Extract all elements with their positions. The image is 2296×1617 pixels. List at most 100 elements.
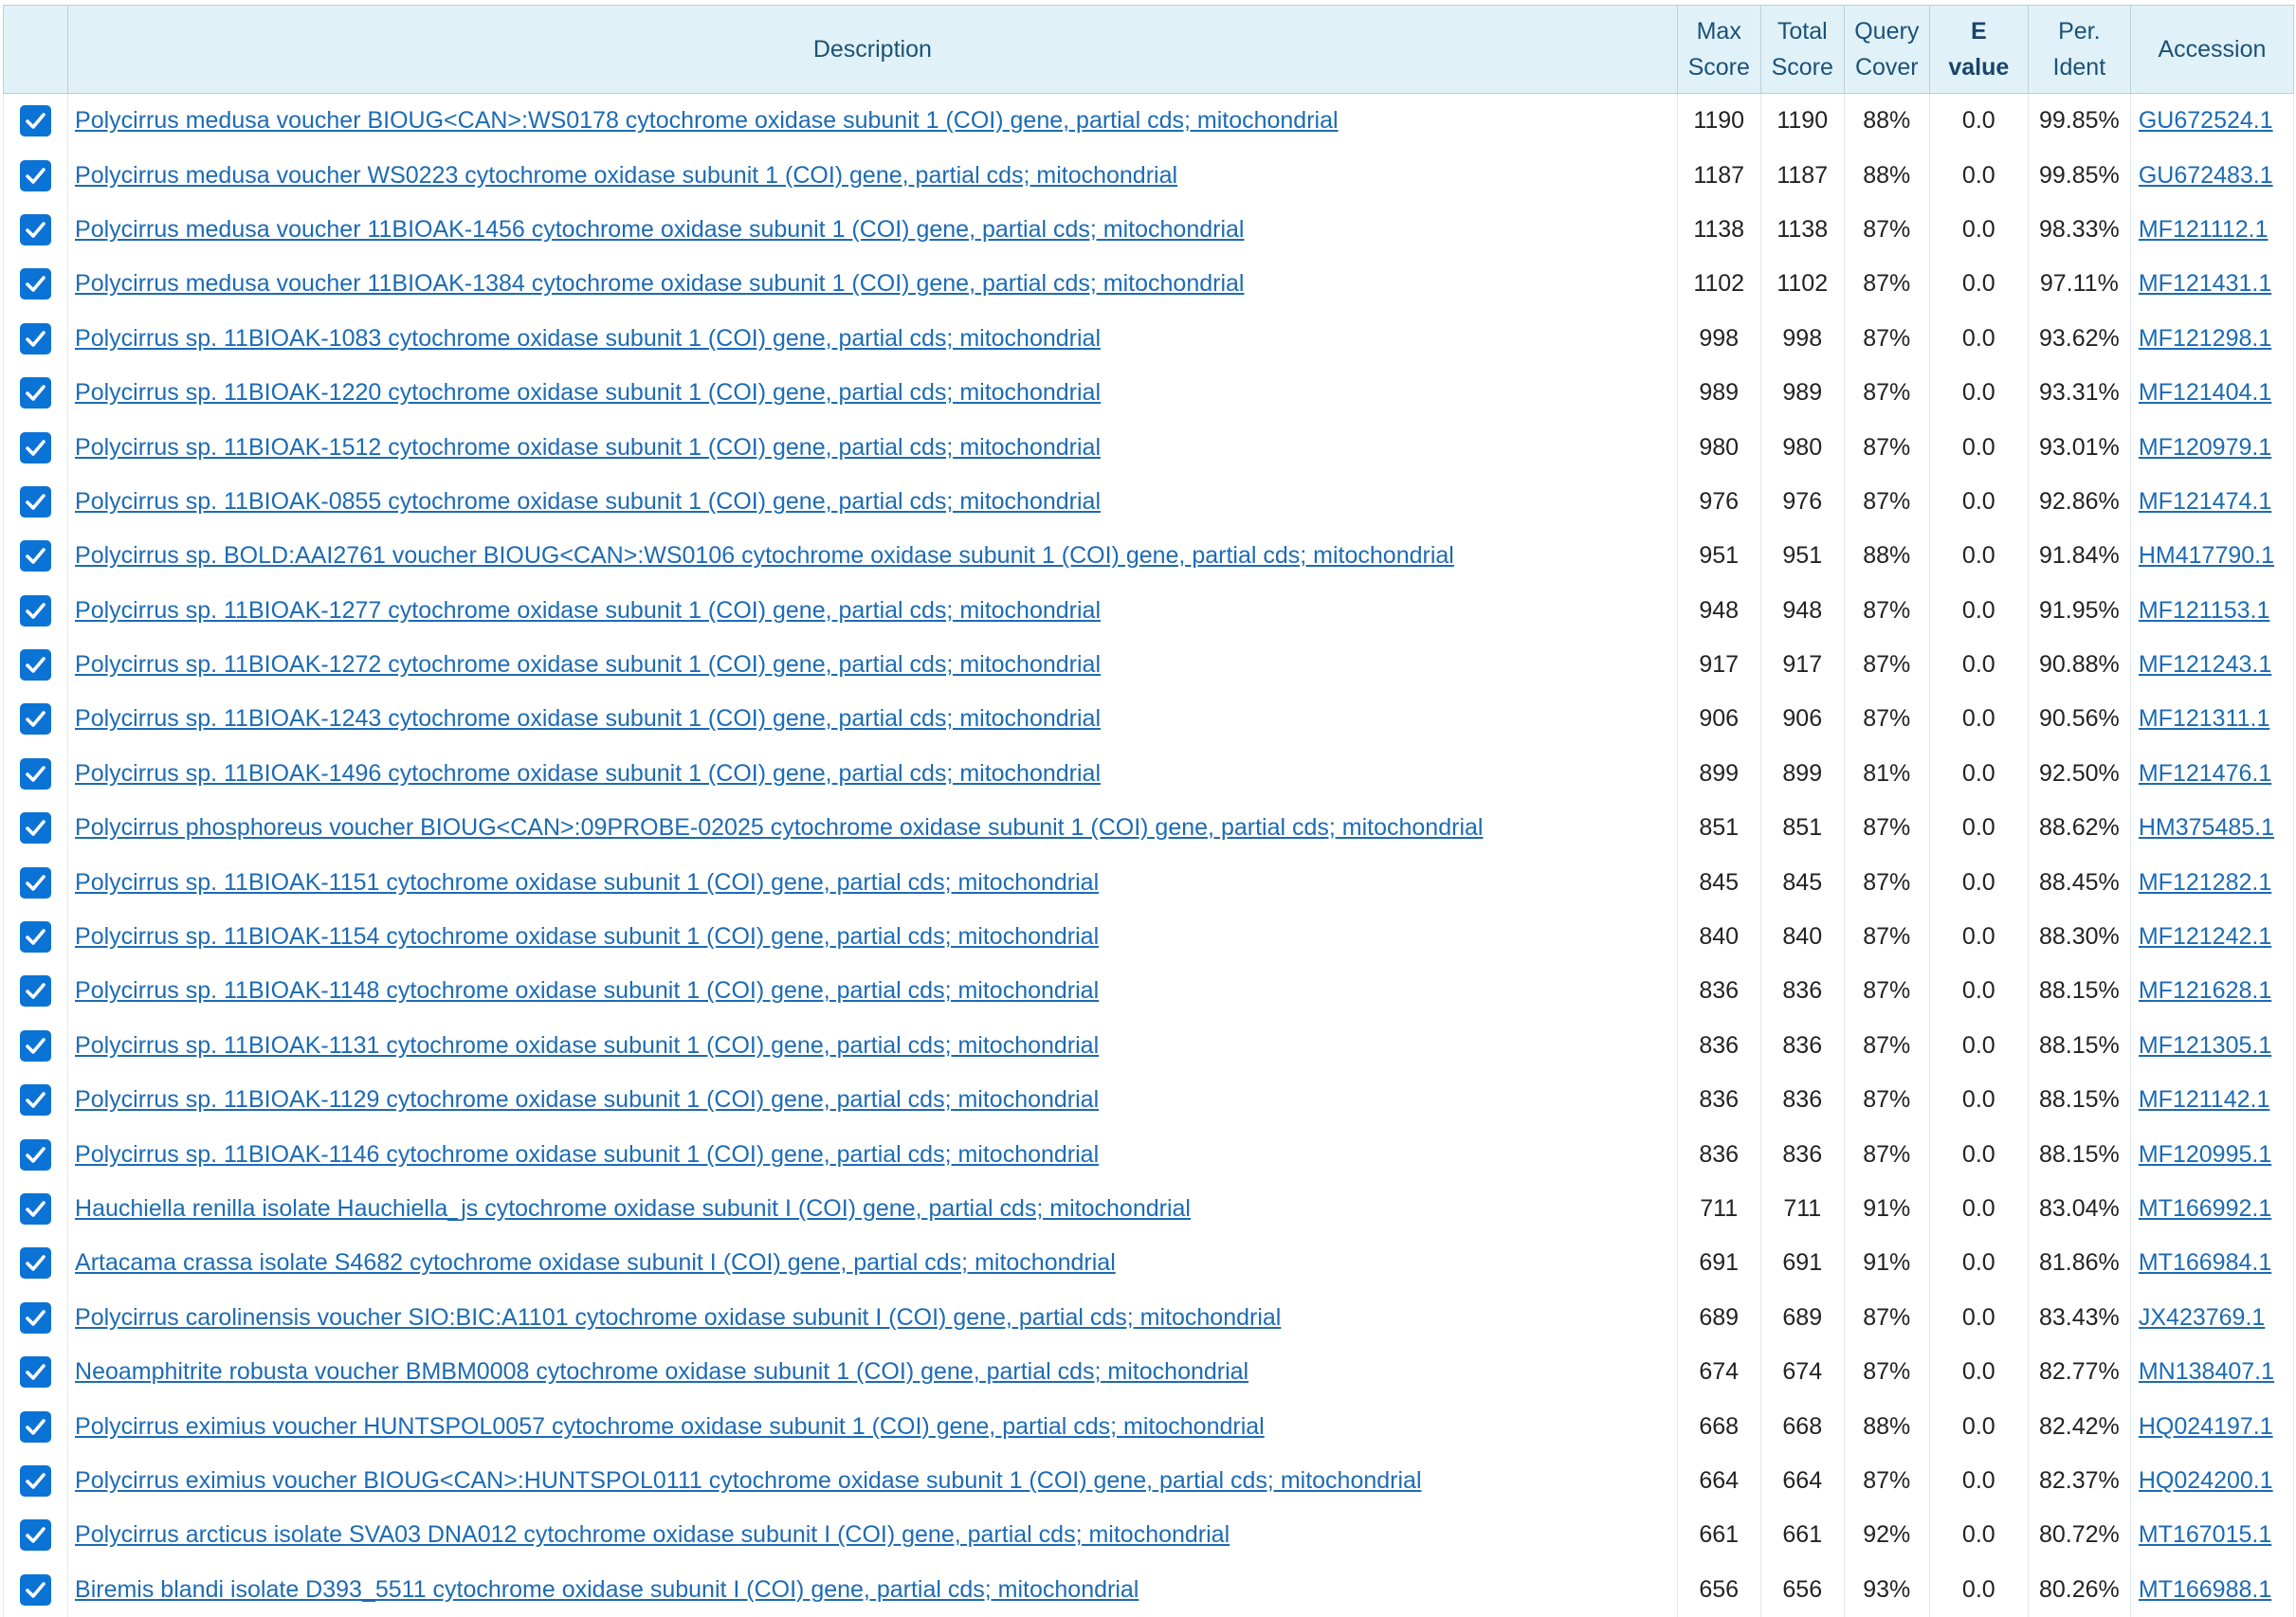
- row-checkbox[interactable]: [20, 159, 51, 191]
- description-link[interactable]: Neoamphitrite robusta voucher BMBM0008 c…: [75, 1358, 1248, 1385]
- row-checkbox[interactable]: [20, 377, 51, 409]
- description-link[interactable]: Polycirrus sp. 11BIOAK-1277 cytochrome o…: [75, 597, 1101, 624]
- row-checkbox[interactable]: [20, 1410, 51, 1443]
- row-checkbox[interactable]: [20, 921, 51, 954]
- description-link[interactable]: Polycirrus medusa voucher 11BIOAK-1384 c…: [75, 270, 1244, 297]
- description-cell: Polycirrus eximius voucher BIOUG<CAN>:HU…: [67, 1453, 1678, 1509]
- accession-link[interactable]: MN138407.1: [2139, 1358, 2274, 1385]
- accession-link[interactable]: MF121474.1: [2139, 488, 2271, 515]
- row-checkbox[interactable]: [20, 1356, 51, 1389]
- row-checkbox[interactable]: [20, 594, 51, 627]
- row-checkbox[interactable]: [20, 1138, 51, 1171]
- total-score-cell: 917: [1759, 637, 1845, 693]
- description-link[interactable]: Polycirrus sp. 11BIOAK-1496 cytochrome o…: [75, 760, 1101, 787]
- checkmark-icon: [26, 1309, 46, 1326]
- row-checkbox[interactable]: [20, 322, 51, 354]
- accession-link[interactable]: MF121305.1: [2139, 1032, 2271, 1059]
- description-link[interactable]: Biremis blandi isolate D393_5511 cytochr…: [75, 1576, 1139, 1603]
- query-cover-header[interactable]: Query Cover: [1843, 5, 1930, 94]
- description-link[interactable]: Polycirrus sp. 11BIOAK-1154 cytochrome o…: [75, 923, 1099, 950]
- description-link[interactable]: Polycirrus sp. 11BIOAK-1083 cytochrome o…: [75, 325, 1101, 352]
- description-link[interactable]: Hauchiella renilla isolate Hauchiella_js…: [75, 1195, 1191, 1222]
- accession-link[interactable]: MF121153.1: [2139, 597, 2270, 624]
- description-link[interactable]: Polycirrus sp. 11BIOAK-1148 cytochrome o…: [75, 977, 1099, 1004]
- total-score-cell: 691: [1759, 1236, 1845, 1291]
- accession-link[interactable]: MF121404.1: [2139, 379, 2271, 406]
- e-value-cell: 0.0: [1928, 1453, 2029, 1509]
- description-link[interactable]: Polycirrus sp. 11BIOAK-1129 cytochrome o…: [75, 1086, 1099, 1113]
- description-link[interactable]: Polycirrus sp. 11BIOAK-1220 cytochrome o…: [75, 379, 1101, 406]
- description-link[interactable]: Polycirrus sp. 11BIOAK-1151 cytochrome o…: [75, 869, 1099, 896]
- description-link[interactable]: Polycirrus sp. 11BIOAK-1243 cytochrome o…: [75, 705, 1101, 732]
- accession-link[interactable]: MF121476.1: [2139, 760, 2271, 787]
- accession-link[interactable]: HQ024197.1: [2139, 1413, 2273, 1440]
- row-checkbox[interactable]: [20, 812, 51, 845]
- description-link[interactable]: Polycirrus sp. 11BIOAK-1512 cytochrome o…: [75, 434, 1101, 461]
- total-score-header[interactable]: Total Score: [1759, 5, 1845, 94]
- accession-link[interactable]: MT166992.1: [2139, 1195, 2271, 1222]
- description-link[interactable]: Polycirrus sp. 11BIOAK-0855 cytochrome o…: [75, 488, 1101, 515]
- description-link[interactable]: Polycirrus sp. 11BIOAK-1131 cytochrome o…: [75, 1032, 1099, 1059]
- description-link[interactable]: Polycirrus medusa voucher WS0223 cytochr…: [75, 162, 1177, 189]
- description-link[interactable]: Polycirrus arcticus isolate SVA03 DNA012…: [75, 1521, 1230, 1548]
- accession-header[interactable]: Accession: [2129, 5, 2295, 94]
- row-checkbox[interactable]: [20, 757, 51, 790]
- accession-link[interactable]: MF121243.1: [2139, 651, 2271, 678]
- accession-link[interactable]: MF121242.1: [2139, 923, 2271, 950]
- accession-link[interactable]: HQ024200.1: [2139, 1467, 2273, 1494]
- row-checkbox[interactable]: [20, 1519, 51, 1552]
- accession-link[interactable]: HM375485.1: [2139, 814, 2274, 841]
- row-checkbox[interactable]: [20, 540, 51, 572]
- accession-link[interactable]: MT166988.1: [2139, 1576, 2271, 1603]
- description-link[interactable]: Polycirrus eximius voucher HUNTSPOL0057 …: [75, 1413, 1265, 1440]
- accession-link[interactable]: MF121142.1: [2139, 1086, 2270, 1113]
- row-checkbox[interactable]: [20, 975, 51, 1008]
- accession-link[interactable]: JX423769.1: [2139, 1304, 2265, 1331]
- accession-link[interactable]: MF121298.1: [2139, 325, 2271, 352]
- row-checkbox[interactable]: [20, 1573, 51, 1606]
- row-checkbox[interactable]: [20, 213, 51, 245]
- select-all-header[interactable]: [2, 5, 69, 94]
- accession-link[interactable]: MF121431.1: [2139, 270, 2271, 297]
- description-link[interactable]: Polycirrus sp. BOLD:AAI2761 voucher BIOU…: [75, 542, 1454, 569]
- row-checkbox[interactable]: [20, 1193, 51, 1225]
- description-link[interactable]: Artacama crassa isolate S4682 cytochrome…: [75, 1249, 1116, 1276]
- accession-link[interactable]: MF121628.1: [2139, 977, 2271, 1004]
- description-link[interactable]: Polycirrus phosphoreus voucher BIOUG<CAN…: [75, 814, 1483, 841]
- accession-link[interactable]: MF121311.1: [2139, 705, 2270, 732]
- description-link[interactable]: Polycirrus carolinensis voucher SIO:BIC:…: [75, 1304, 1281, 1331]
- row-checkbox[interactable]: [20, 649, 51, 681]
- accession-link[interactable]: MF120979.1: [2139, 434, 2271, 461]
- description-link[interactable]: Polycirrus eximius voucher BIOUG<CAN>:HU…: [75, 1467, 1421, 1494]
- row-checkbox[interactable]: [20, 866, 51, 899]
- results-body: Polycirrus medusa voucher BIOUG<CAN>:WS0…: [2, 93, 2295, 1617]
- query-cover-cell: 91%: [1843, 1236, 1930, 1291]
- e-value-header[interactable]: E value: [1928, 5, 2029, 94]
- description-link[interactable]: Polycirrus sp. 11BIOAK-1272 cytochrome o…: [75, 651, 1101, 678]
- description-link[interactable]: Polycirrus medusa voucher 11BIOAK-1456 c…: [75, 216, 1244, 243]
- row-checkbox[interactable]: [20, 485, 51, 518]
- accession-link[interactable]: MF120995.1: [2139, 1141, 2271, 1168]
- row-checkbox[interactable]: [20, 1029, 51, 1062]
- accession-link[interactable]: MF121112.1: [2139, 216, 2269, 243]
- max-score-header[interactable]: Max Score: [1676, 5, 1761, 94]
- description-link[interactable]: Polycirrus medusa voucher BIOUG<CAN>:WS0…: [75, 107, 1339, 134]
- row-checkbox[interactable]: [20, 431, 51, 463]
- checkmark-icon: [26, 657, 46, 673]
- accession-link[interactable]: MT167015.1: [2139, 1521, 2271, 1548]
- accession-link[interactable]: GU672483.1: [2139, 162, 2273, 189]
- row-checkbox[interactable]: [20, 1247, 51, 1280]
- accession-link[interactable]: HM417790.1: [2139, 542, 2274, 569]
- accession-link[interactable]: MF121282.1: [2139, 869, 2271, 896]
- row-checkbox[interactable]: [20, 1084, 51, 1117]
- row-checkbox[interactable]: [20, 105, 51, 137]
- description-link[interactable]: Polycirrus sp. 11BIOAK-1146 cytochrome o…: [75, 1141, 1099, 1168]
- description-header[interactable]: Description: [67, 5, 1678, 94]
- accession-link[interactable]: MT166984.1: [2139, 1249, 2271, 1276]
- row-checkbox[interactable]: [20, 1464, 51, 1497]
- row-checkbox[interactable]: [20, 268, 51, 300]
- accession-link[interactable]: GU672524.1: [2139, 107, 2273, 134]
- row-checkbox[interactable]: [20, 703, 51, 736]
- row-checkbox[interactable]: [20, 1301, 51, 1334]
- per-ident-header[interactable]: Per. Ident: [2027, 5, 2131, 94]
